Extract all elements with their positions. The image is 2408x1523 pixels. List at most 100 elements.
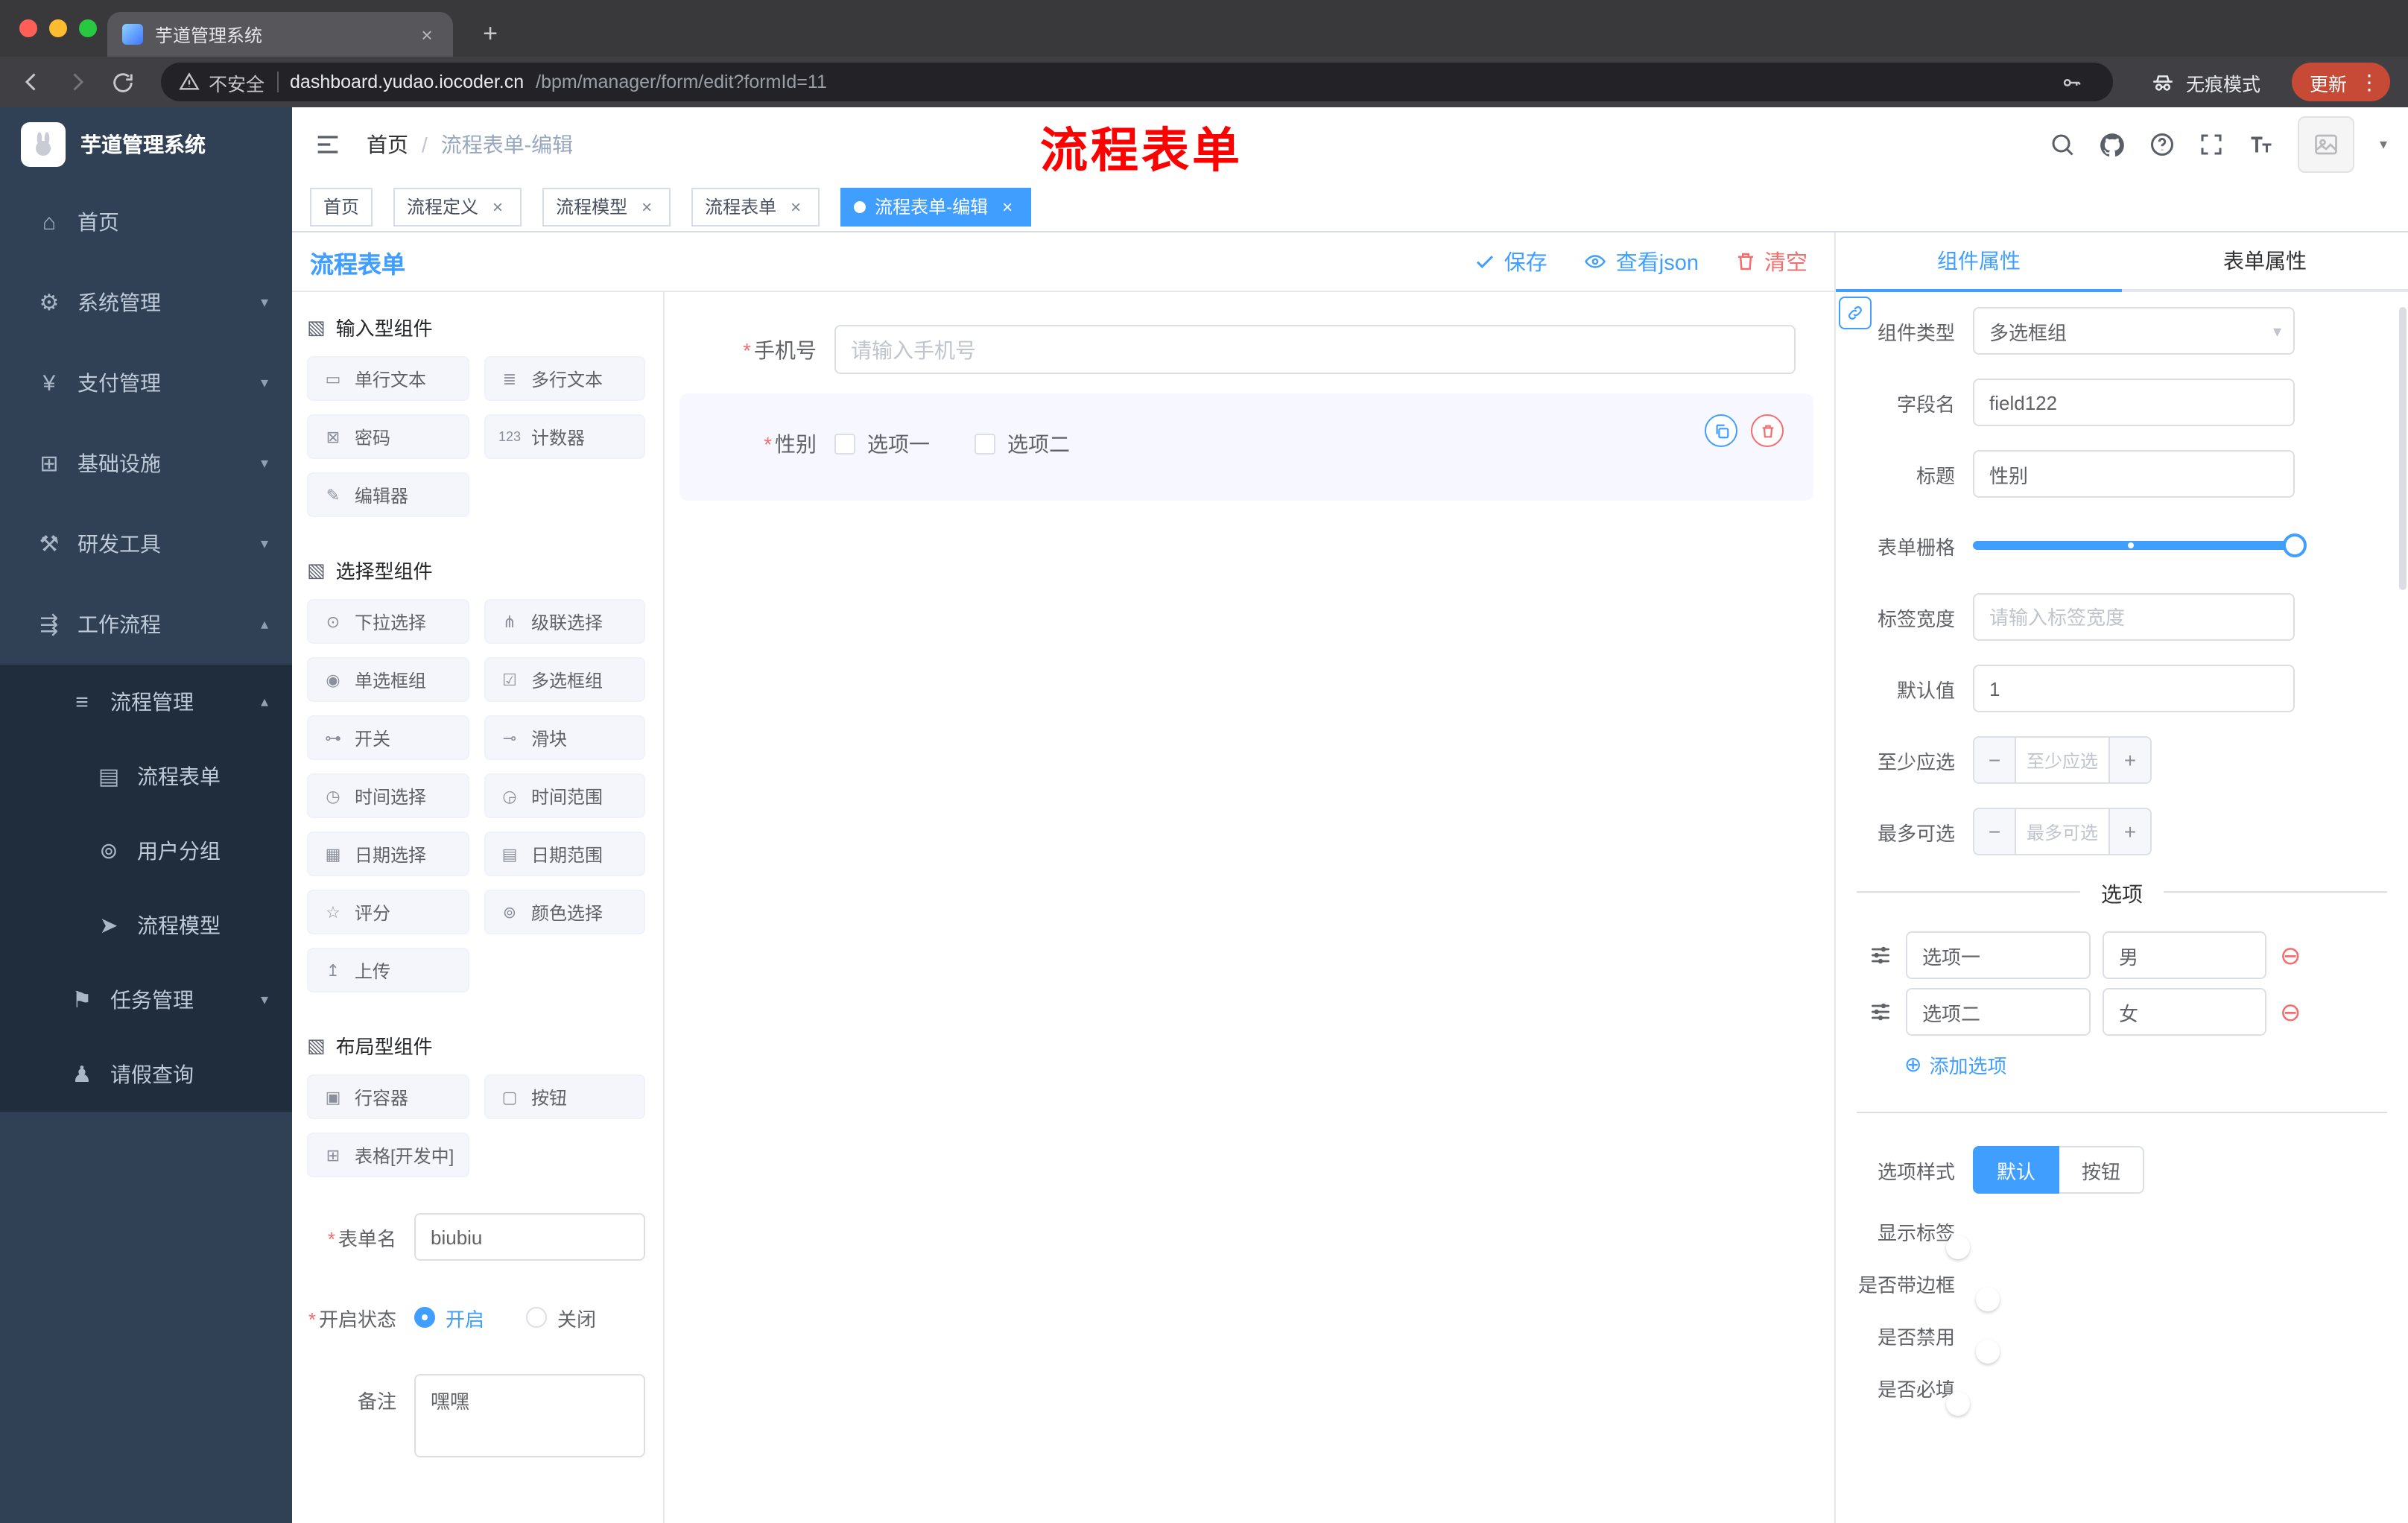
field-name-input[interactable]	[1973, 379, 2295, 426]
default-value-input[interactable]	[1973, 665, 2295, 712]
minimize-window-button[interactable]	[49, 19, 67, 37]
sidebar-item-payment[interactable]: ¥ 支付管理 ▾	[0, 343, 292, 423]
component-item[interactable]: ↥ 上传	[307, 948, 469, 992]
update-button[interactable]: 更新 ⋮	[2291, 63, 2390, 101]
browser-tab[interactable]: 芋道管理系统 ×	[107, 12, 453, 57]
tag-process-definition[interactable]: 流程定义 ×	[393, 187, 522, 226]
sidebar-item-workflow[interactable]: ⇶ 工作流程 ▴	[0, 584, 292, 665]
component-item[interactable]: ⊚ 颜色选择	[484, 890, 645, 934]
component-item[interactable]: ◷ 时间选择	[307, 773, 469, 818]
component-item[interactable]: ▣ 行容器	[307, 1074, 469, 1119]
drag-handle-icon[interactable]	[1869, 1000, 1895, 1024]
component-item[interactable]: ▤ 日期范围	[484, 832, 645, 876]
stepper-increase-button[interactable]: +	[2108, 738, 2150, 782]
phone-input[interactable]	[834, 325, 1796, 374]
component-item[interactable]: ▭ 单行文本	[307, 356, 469, 401]
stepper-increase-button[interactable]: +	[2108, 809, 2150, 854]
zoom-window-button[interactable]	[79, 19, 97, 37]
sidebar-item-user-group[interactable]: ⊚ 用户分组	[0, 814, 292, 888]
status-radio-on[interactable]: 开启	[414, 1303, 484, 1332]
avatar[interactable]	[2297, 116, 2354, 173]
password-key-icon[interactable]	[2061, 71, 2083, 93]
tag-home[interactable]: 首页	[310, 187, 373, 226]
doc-link-button[interactable]	[1839, 297, 1872, 329]
tag-close-icon[interactable]: ×	[997, 196, 1018, 217]
gender-option-1[interactable]: 选项一	[834, 429, 930, 459]
sidebar-item-system[interactable]: ⚙ 系统管理 ▾	[0, 262, 292, 343]
forward-button[interactable]	[64, 69, 91, 95]
clear-button[interactable]: 清空	[1734, 246, 1807, 277]
help-icon[interactable]	[2149, 131, 2176, 158]
browser-menu-button[interactable]: ⋮	[2357, 69, 2381, 95]
sidebar-item-process-form[interactable]: ▤ 流程表单	[0, 739, 292, 814]
tab-form-properties[interactable]: 表单属性	[2122, 232, 2408, 289]
component-item[interactable]: ⋔ 级联选择	[484, 599, 645, 644]
search-icon[interactable]	[2049, 131, 2076, 158]
option-label-input[interactable]	[1906, 988, 2091, 1036]
component-item[interactable]: ▦ 日期选择	[307, 832, 469, 876]
label-width-input[interactable]	[1973, 593, 2295, 641]
remove-option-button[interactable]: ⊖	[2280, 943, 2301, 968]
option-label-input[interactable]	[1906, 931, 2091, 979]
component-item[interactable]: ☆ 评分	[307, 890, 469, 934]
tag-close-icon[interactable]: ×	[487, 196, 508, 217]
component-item[interactable]: ◉ 单选框组	[307, 657, 469, 702]
avatar-caret-icon[interactable]: ▾	[2380, 136, 2387, 153]
stepper-decrease-button[interactable]: −	[1974, 738, 2016, 782]
component-item[interactable]: ▢ 按钮	[484, 1074, 645, 1119]
option-value-input[interactable]	[2103, 931, 2266, 979]
title-input[interactable]	[1973, 450, 2295, 498]
sidebar-item-process-model[interactable]: ➤ 流程模型	[0, 888, 292, 963]
component-item[interactable]: ⊠ 密码	[307, 414, 469, 459]
drag-handle-icon[interactable]	[1869, 943, 1895, 967]
selected-component-gender[interactable]: * 性别 选项一 选项二	[679, 393, 1813, 501]
scrollbar-thumb[interactable]	[2399, 307, 2407, 590]
component-item[interactable]: 123 计数器	[484, 414, 645, 459]
form-remark-textarea[interactable]: 嘿嘿	[414, 1374, 645, 1457]
sidebar-item-task-management[interactable]: ⚑ 任务管理 ▾	[0, 963, 292, 1037]
sidebar-item-infrastructure[interactable]: ⊞ 基础设施 ▾	[0, 423, 292, 504]
status-radio-off[interactable]: 关闭	[526, 1303, 596, 1332]
gender-option-2[interactable]: 选项二	[975, 429, 1070, 459]
stepper-value[interactable]: 最多可选	[2016, 809, 2108, 854]
view-json-button[interactable]: 查看json	[1583, 246, 1699, 277]
slider-track[interactable]	[1973, 533, 2307, 557]
tab-component-properties[interactable]: 组件属性	[1836, 232, 2122, 292]
delete-component-button[interactable]	[1751, 414, 1784, 447]
sidebar-toggle-button[interactable]	[313, 130, 343, 159]
sidebar-item-devtools[interactable]: ⚒ 研发工具 ▾	[0, 504, 292, 584]
address-bar[interactable]: 不安全 dashboard.yudao.iocoder.cn/bpm/manag…	[161, 63, 2113, 101]
stepper-value[interactable]: 至少应选	[2016, 738, 2108, 782]
component-item[interactable]: ≣ 多行文本	[484, 356, 645, 401]
option-value-input[interactable]	[2103, 988, 2266, 1036]
close-window-button[interactable]	[19, 19, 37, 37]
tag-process-form[interactable]: 流程表单 ×	[691, 187, 820, 226]
tab-close-icon[interactable]: ×	[416, 23, 438, 45]
reload-button[interactable]	[110, 69, 136, 95]
tag-close-icon[interactable]: ×	[785, 196, 806, 217]
save-button[interactable]: 保存	[1474, 246, 1547, 277]
remove-option-button[interactable]: ⊖	[2280, 999, 2301, 1025]
form-name-input[interactable]	[414, 1213, 645, 1261]
fullscreen-icon[interactable]	[2198, 131, 2225, 158]
option-style-default-button[interactable]: 默认	[1973, 1146, 2060, 1194]
tag-process-model[interactable]: 流程模型 ×	[542, 187, 671, 226]
sidebar-item-process-management[interactable]: ≡ 流程管理 ▴	[0, 665, 292, 739]
new-tab-button[interactable]: +	[474, 19, 507, 49]
sidebar-logo[interactable]: 芋道管理系统	[0, 107, 292, 182]
component-item[interactable]: ☑ 多选框组	[484, 657, 645, 702]
copy-component-button[interactable]	[1705, 414, 1737, 447]
back-button[interactable]	[18, 69, 45, 95]
tag-process-form-edit[interactable]: 流程表单-编辑 ×	[840, 187, 1032, 226]
component-item[interactable]: ⊸ 滑块	[484, 715, 645, 760]
component-item[interactable]: ⊶ 开关	[307, 715, 469, 760]
sidebar-item-home[interactable]: ⌂ 首页	[0, 182, 292, 262]
github-icon[interactable]	[2098, 130, 2126, 159]
option-style-button-button[interactable]: 按钮	[2059, 1146, 2145, 1194]
component-type-select[interactable]: 多选框组	[1973, 307, 2295, 355]
component-item[interactable]: ⊙ 下拉选择	[307, 599, 469, 644]
breadcrumb-home[interactable]: 首页	[367, 130, 408, 159]
slider-handle[interactable]	[2283, 533, 2307, 557]
component-item[interactable]: ⊞ 表格[开发中]	[307, 1133, 469, 1177]
component-item[interactable]: ✎ 编辑器	[307, 472, 469, 517]
